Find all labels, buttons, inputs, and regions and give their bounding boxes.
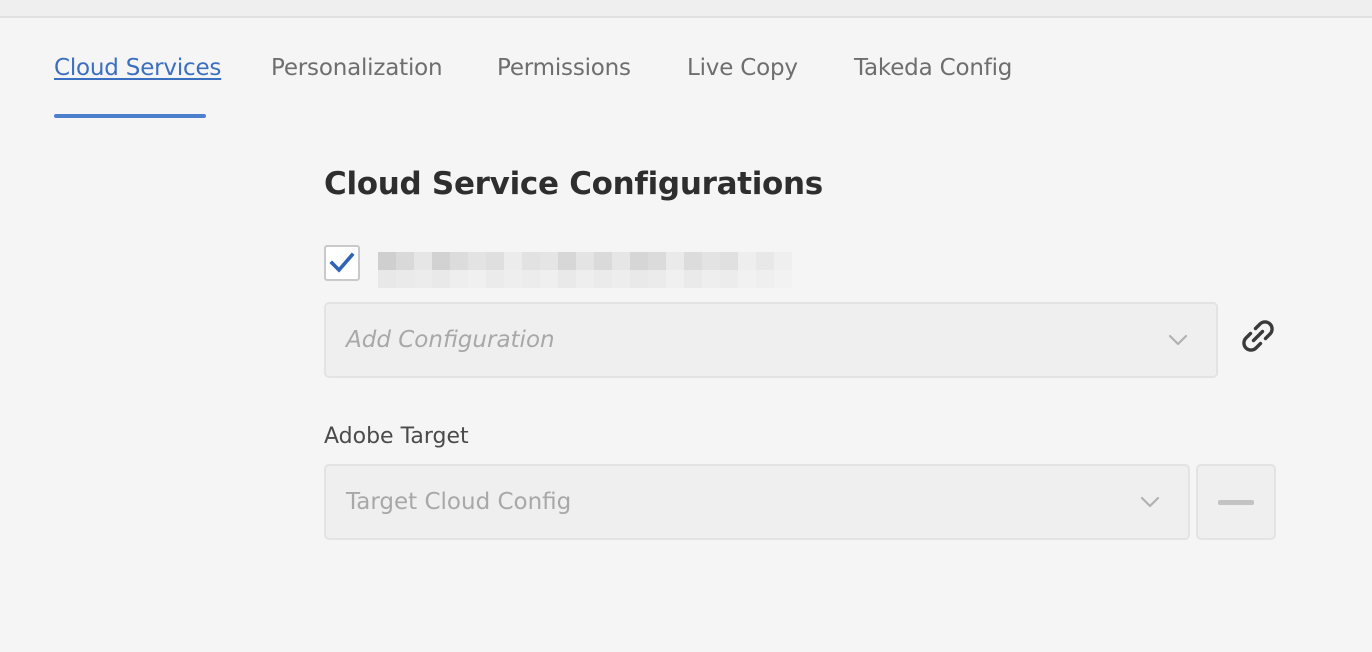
remove-configuration-button[interactable]: [1196, 464, 1276, 540]
adobe-target-select[interactable]: Target Cloud Config: [324, 464, 1190, 540]
link-icon[interactable]: [1236, 314, 1280, 358]
checkmark-icon: [329, 252, 355, 273]
inherit-checkbox[interactable]: [324, 245, 360, 281]
tab-bar: Cloud Services Personalization Permissio…: [0, 0, 1372, 118]
tab-live-copy[interactable]: Live Copy: [687, 55, 798, 81]
chevron-down-icon: [1140, 496, 1160, 508]
tab-cloud-services[interactable]: Cloud Services: [54, 55, 221, 81]
chevron-down-icon: [1168, 334, 1188, 346]
tab-takeda-config[interactable]: Takeda Config: [854, 55, 1012, 81]
tab-personalization[interactable]: Personalization: [271, 55, 443, 81]
adobe-target-value: Target Cloud Config: [346, 489, 572, 515]
active-tab-indicator: [54, 114, 206, 118]
adobe-target-label: Adobe Target: [324, 424, 469, 449]
tab-permissions[interactable]: Permissions: [497, 55, 631, 81]
section-title: Cloud Service Configurations: [324, 166, 823, 202]
add-configuration-select[interactable]: Add Configuration: [324, 302, 1218, 378]
minus-icon: [1218, 500, 1254, 505]
redacted-label: [378, 252, 792, 288]
add-configuration-placeholder: Add Configuration: [346, 327, 555, 353]
